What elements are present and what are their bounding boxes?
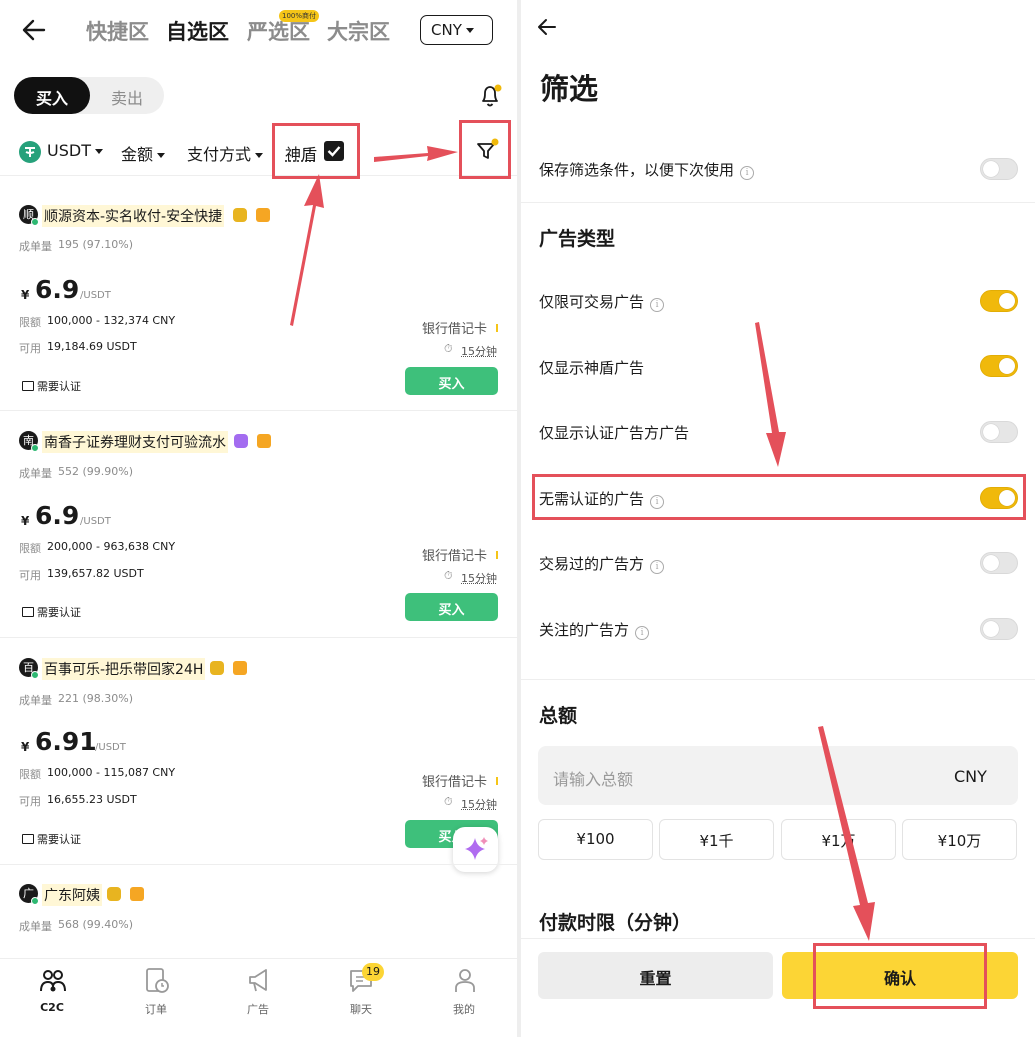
annotation-arrow: [818, 726, 875, 941]
annotation-arrow: [755, 322, 786, 467]
annotation-arrow: [374, 146, 458, 162]
annotation-arrow: [290, 174, 324, 326]
annotation-arrows: [290, 146, 875, 941]
